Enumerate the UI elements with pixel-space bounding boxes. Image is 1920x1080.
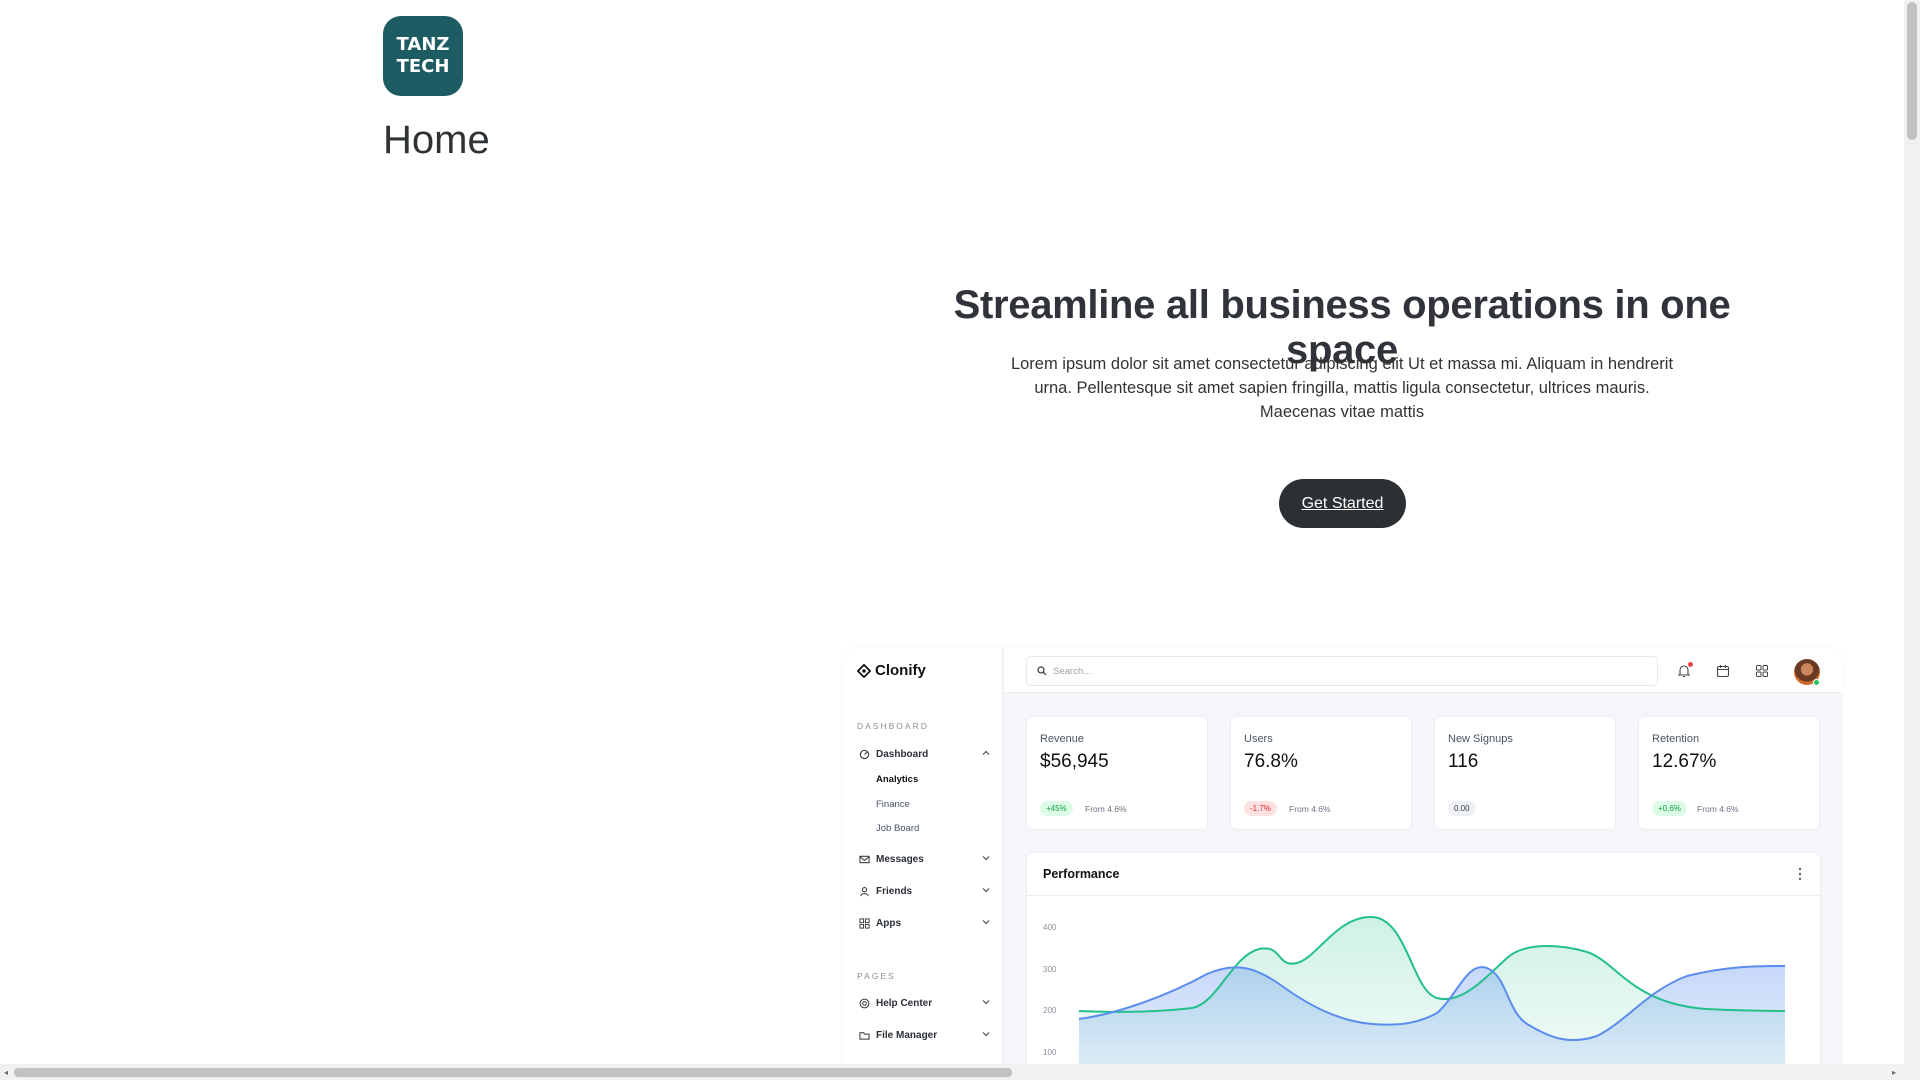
folder-icon [857,1028,871,1042]
section-pages: PAGES [857,971,896,981]
page-title: Home [383,118,490,162]
bell-icon[interactable] [1676,662,1693,679]
clonify-brand[interactable]: Clonify [857,662,926,679]
dashboard-topbar: Search... [1004,648,1842,693]
nav-sub-finance[interactable]: Finance [876,799,910,810]
vertical-scrollbar-thumb[interactable] [1907,2,1917,140]
apps-grid-icon[interactable] [1754,663,1770,679]
stat-label: Retention [1652,733,1700,745]
y-tick-300: 300 [1043,965,1057,974]
stat-label: New Signups [1448,733,1513,745]
nav-sub-job-board[interactable]: Job Board [876,823,919,834]
stat-value: 12.67% [1652,751,1717,772]
search-input[interactable]: Search... [1026,656,1658,686]
nav-file-manager-label: File Manager [876,1029,938,1041]
nav-file-manager[interactable]: File Manager [857,1027,991,1043]
dashboard-preview: Clonify DASHBOARD Dashboard Analytics Fi… [843,648,1842,1068]
series-blue-area [1079,966,1785,1068]
search-placeholder: Search... [1053,665,1092,677]
stat-card-retention: Retention 12.67% +0.6% From 4.6% [1638,716,1820,830]
chevron-down-icon [982,920,990,925]
grid-icon [857,916,871,930]
stat-value: 116 [1448,751,1479,772]
stat-label: Revenue [1040,733,1085,745]
clonify-logo-icon [857,663,871,678]
vertical-scrollbar[interactable] [1904,0,1920,1064]
calendar-icon[interactable] [1715,663,1731,679]
mail-icon [857,852,871,866]
nav-messages-label: Messages [876,853,924,865]
dashboard-icon [857,747,871,761]
performance-card: Performance 400 300 200 100 [1026,852,1821,1068]
nav-dashboard[interactable]: Dashboard [857,746,991,762]
chevron-down-icon [982,856,990,861]
notification-dot [1688,662,1693,667]
hero-text: Lorem ipsum dolor sit amet consectetur a… [1010,355,1674,421]
nav-friends-label: Friends [876,885,913,897]
y-tick-200: 200 [1043,1006,1057,1015]
stat-badge: -1.7% [1244,801,1277,816]
nav-messages[interactable]: Messages [857,851,991,867]
logo-line-1: TANZ [396,34,450,55]
performance-chart: 400 300 200 100 [1043,915,1786,1068]
nav-apps-label: Apps [876,917,901,929]
tanz-tech-logo[interactable]: TANZ TECH [383,16,463,96]
chevron-down-icon [982,1032,990,1037]
chevron-down-icon [982,888,990,893]
horizontal-scrollbar-thumb[interactable] [14,1068,1012,1077]
stat-from: From 4.6% [1289,804,1331,814]
stat-from: From 4.6% [1697,804,1739,814]
stat-label: Users [1244,733,1273,745]
section-dashboard: DASHBOARD [857,721,929,731]
stat-card-users: Users 76.8% -1.7% From 4.6% [1230,716,1412,830]
stat-card-new-signups: New Signups 116 0.00 [1434,716,1616,830]
stat-from: From 4.6% [1085,804,1127,814]
chevron-up-icon [982,750,990,755]
nav-apps[interactable]: Apps [857,915,991,931]
logo-line-2: TECH [396,56,450,77]
search-icon [1037,666,1047,676]
chevron-down-icon [982,1000,990,1005]
stat-value: $56,945 [1040,751,1109,772]
stat-badge: 0.00 [1448,801,1476,816]
nav-friends[interactable]: Friends [857,883,991,899]
nav-help-center-label: Help Center [876,997,933,1009]
nav-sub-analytics[interactable]: Analytics [876,774,918,785]
more-vertical-icon[interactable] [1798,867,1802,881]
help-circle-icon [857,996,871,1010]
stat-badge: +0.6% [1652,801,1687,816]
stat-card-revenue: Revenue $56,945 +45% From 4.6% [1026,716,1208,830]
nav-dashboard-label: Dashboard [876,748,929,760]
horizontal-scrollbar[interactable]: ◂ ▸ [0,1064,1920,1080]
scroll-right-arrow-icon[interactable]: ▸ [1892,1068,1896,1077]
y-tick-400: 400 [1043,923,1057,932]
y-tick-100: 100 [1043,1048,1057,1057]
brand-name: Clonify [875,662,926,679]
online-status-dot [1813,679,1820,686]
get-started-button[interactable]: Get Started [1279,479,1406,528]
stat-value: 76.8% [1244,751,1298,772]
nav-help-center[interactable]: Help Center [857,995,991,1011]
performance-title: Performance [1043,867,1120,881]
stat-badge: +45% [1040,801,1073,816]
scroll-left-arrow-icon[interactable]: ◂ [4,1068,8,1077]
dashboard-sidebar: Clonify DASHBOARD Dashboard Analytics Fi… [843,648,1003,1068]
user-icon [857,884,871,898]
